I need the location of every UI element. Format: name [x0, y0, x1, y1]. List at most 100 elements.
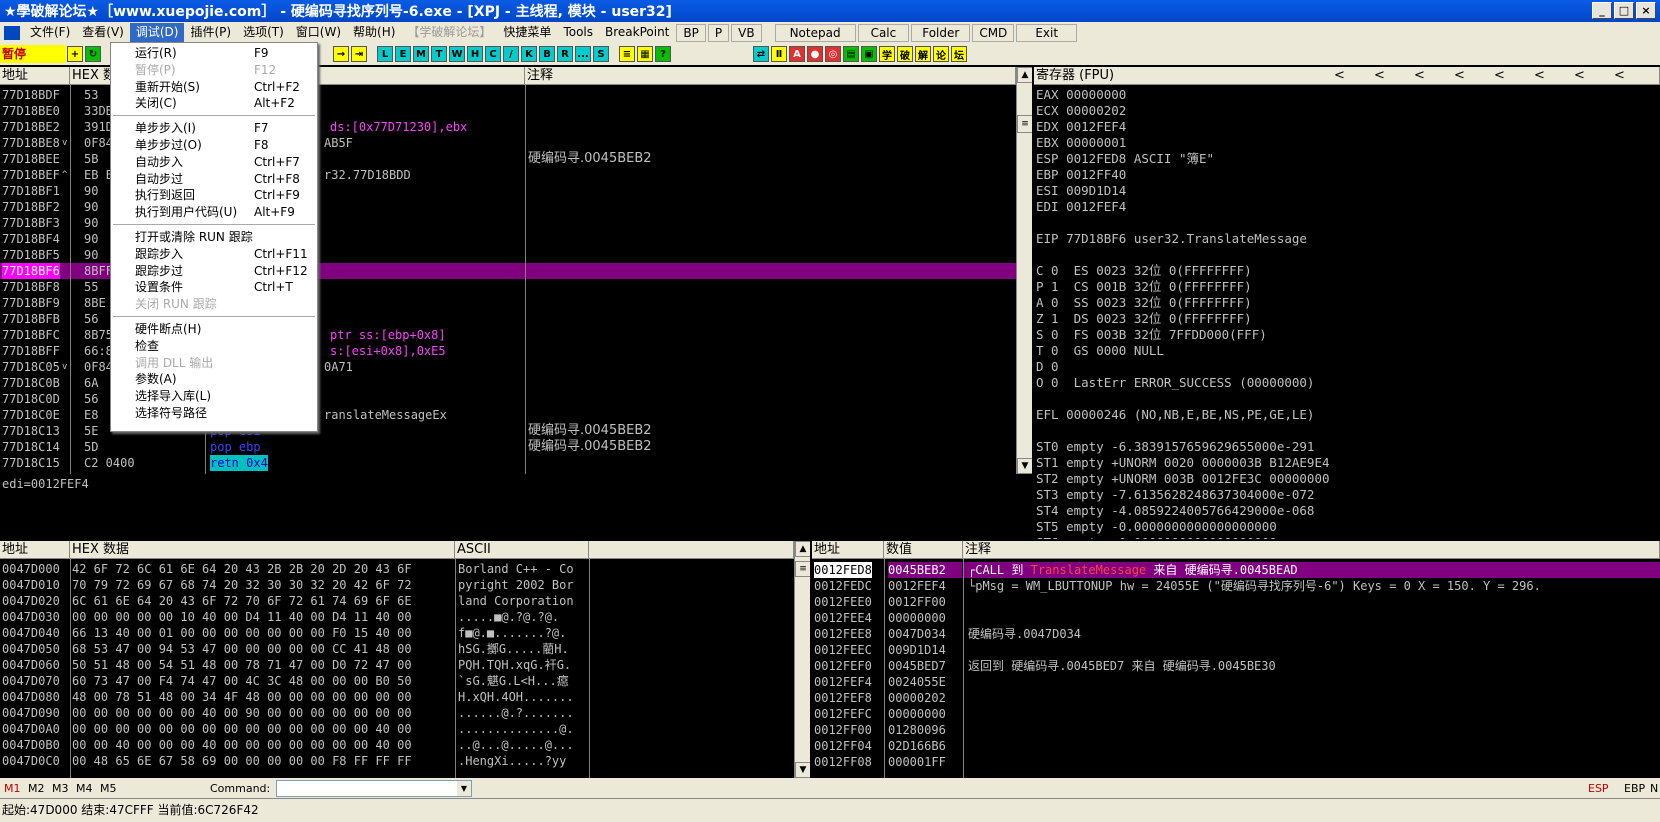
dump-ascii[interactable]: PQH.TQH.xqG.衦G.	[458, 657, 571, 673]
disasm-instruction[interactable]: r32.77D18BDD	[324, 167, 411, 183]
debug-menu-item[interactable]: 选择导入库(L)	[111, 388, 317, 405]
disasm-hex[interactable]: C2 0400	[84, 455, 135, 471]
disasm-address[interactable]: 77D18C05	[2, 359, 60, 375]
stack-value[interactable]: 00000000	[888, 610, 946, 626]
disasm-hex[interactable]: 5B	[84, 151, 98, 167]
dump-ascii[interactable]: Borland C++ - Co	[458, 561, 574, 577]
command-dropdown-icon[interactable]: ▼	[457, 780, 471, 796]
calc-icon[interactable]: ▤	[843, 46, 859, 62]
register-line[interactable]: EFL 00000246 (NO,NB,E,BE,NS,PE,GE,LE)	[1036, 407, 1314, 423]
p-button[interactable]: P	[707, 23, 730, 42]
disasm-hex[interactable]: 33DB	[84, 103, 113, 119]
disasm-address[interactable]: 77D18BF9	[2, 295, 60, 311]
dump-ascii[interactable]: .....■@.?@.?@.	[458, 609, 559, 625]
debug-menu-item[interactable]: 单步步过(O) F8	[111, 137, 317, 154]
dump-col-address[interactable]: 地址	[0, 541, 70, 559]
dump-address[interactable]: 0047D030	[2, 609, 60, 625]
open-icon[interactable]: +	[67, 46, 83, 62]
vb-button[interactable]: VB	[731, 23, 762, 42]
stack-address[interactable]: 0012FEE0	[814, 594, 872, 610]
tb-callstack[interactable]: K	[521, 46, 537, 62]
disasm-address[interactable]: 77D18C0E	[2, 407, 60, 423]
tb-lun[interactable]: 论	[933, 46, 949, 62]
disasm-address[interactable]: 77D18BF2	[2, 199, 60, 215]
disasm-hex[interactable]: 5D	[84, 439, 98, 455]
dump-ascii[interactable]: pyright 2002 Bor	[458, 577, 574, 593]
execute-till-return-icon[interactable]: →	[333, 46, 349, 62]
dump-hex[interactable]: 00 48 65 6E 67 58 69 00 00 00 00 00 F8 F…	[72, 753, 412, 769]
register-arrow-icon[interactable]: <	[1534, 67, 1574, 84]
dump-hex[interactable]: 70 79 72 69 67 68 74 20 32 30 30 32 20 4…	[72, 577, 412, 593]
register-line[interactable]: ECX 00000202	[1036, 103, 1126, 119]
stack-value[interactable]: 00000202	[888, 690, 946, 706]
goto-icon[interactable]: ⇥	[351, 46, 367, 62]
debug-menu-item[interactable]: 设置条件 Ctrl+T	[111, 279, 317, 296]
menu-window[interactable]: 窗口(W)	[290, 23, 347, 42]
close-button[interactable]: ×	[1636, 2, 1656, 19]
tb-references[interactable]: R	[557, 46, 573, 62]
menu-shortcuts[interactable]: 快捷菜单	[497, 23, 557, 42]
stack-address[interactable]: 0012FEE4	[814, 610, 872, 626]
disasm-address[interactable]: 77D18BF3	[2, 215, 60, 231]
disasm-hex[interactable]: 8BE	[84, 295, 106, 311]
debug-menu-item[interactable]: 关闭(C) Alt+F2	[111, 95, 317, 112]
register-line[interactable]: EDI 0012FEF4	[1036, 199, 1126, 215]
disasm-instruction[interactable]: s:[esi+0x8],0xE5	[330, 343, 446, 359]
disasm-address[interactable]: 77D18BDF	[2, 87, 60, 103]
tb-handles[interactable]: H	[467, 46, 483, 62]
register-line[interactable]: ST3 empty -7.6135628248637304000e-072	[1036, 487, 1314, 503]
dump-ascii[interactable]: ..@...@.....@...	[458, 737, 574, 753]
disasm-instruction[interactable]: 0A71	[324, 359, 353, 375]
restart-icon[interactable]: ↻	[85, 46, 101, 62]
dump-hex[interactable]: 66 13 40 00 01 00 00 00 00 00 00 00 F0 1…	[72, 625, 412, 641]
debug-menu-item[interactable]: 重新开始(S) Ctrl+F2	[111, 79, 317, 96]
dump-address[interactable]: 0047D040	[2, 625, 60, 641]
dump-ascii[interactable]: `sG.魌G.L<H...癋	[458, 673, 569, 689]
stack-address[interactable]: 0012FEF0	[814, 658, 872, 674]
register-line[interactable]: ST6 empty -0.0000000000000000000	[1036, 535, 1277, 539]
mark-m4[interactable]: M4	[76, 782, 100, 795]
pause-icon[interactable]: Ⅱ	[771, 46, 787, 62]
a-icon[interactable]: A	[789, 46, 805, 62]
register-line[interactable]: EBX 00000001	[1036, 135, 1126, 151]
dump-scroll-down-icon[interactable]: ▼	[795, 762, 810, 778]
disasm-scrollbar[interactable]: ▲ ≡ ▼	[1016, 67, 1032, 474]
register-line[interactable]: D 0	[1036, 359, 1059, 375]
disasm-hex[interactable]: 6A	[84, 375, 98, 391]
dump-hex[interactable]: 60 73 47 00 F4 74 47 00 4C 3C 48 00 00 0…	[72, 673, 412, 689]
dump-hex[interactable]: 6C 61 6E 64 20 43 6F 72 70 6F 72 61 74 6…	[72, 593, 412, 609]
scroll-up-icon[interactable]: ▲	[1017, 67, 1032, 83]
calc-button[interactable]: Calc	[857, 23, 910, 42]
disasm-instruction[interactable]: AB5F	[324, 135, 353, 151]
register-line[interactable]: ESP 0012FED8 ASCII "簿E"	[1036, 151, 1214, 167]
disasm-address[interactable]: 77D18BEF	[2, 167, 60, 183]
grid-icon[interactable]: ▦	[637, 46, 653, 62]
register-arrow-icon[interactable]: <	[1454, 67, 1494, 84]
tb-modules[interactable]: E	[395, 46, 411, 62]
menu-view[interactable]: 查看(V)	[76, 23, 130, 42]
dump-scrollbar[interactable]: ▲ ≡ ▼	[794, 541, 810, 778]
dump-hex[interactable]: 00 00 00 00 00 00 00 00 00 00 00 00 00 0…	[72, 721, 412, 737]
disasm-address[interactable]: 77D18BF1	[2, 183, 60, 199]
tb-windows[interactable]: W	[449, 46, 465, 62]
debug-menu-item[interactable]: 检查	[111, 338, 317, 355]
reg-ebp[interactable]: EBP	[1624, 782, 1645, 795]
dump-hex[interactable]: 00 00 00 00 00 10 40 00 D4 11 40 00 D4 1…	[72, 609, 412, 625]
disasm-address[interactable]: 77D18BF4	[2, 231, 60, 247]
menu-debug[interactable]: 调试(D)	[129, 23, 185, 42]
registers-panel[interactable]: 寄存器 (FPU) < < < < < < < < EAX 00000000 ECX 00000…	[1034, 67, 1660, 539]
dump-hex[interactable]: 00 00 40 00 00 00 40 00 00 00 00 00 00 0…	[72, 737, 412, 753]
maximize-button[interactable]: □	[1614, 2, 1634, 19]
disasm-hex[interactable]: 66:8	[84, 343, 113, 359]
disasm-address[interactable]: 77D18BF6	[2, 263, 60, 279]
dump-address[interactable]: 0047D050	[2, 641, 60, 657]
mark-m3[interactable]: M3	[52, 782, 76, 795]
disasm-hex[interactable]: 8B75	[84, 327, 113, 343]
dump-hex[interactable]: 42 6F 72 6C 61 6E 64 20 43 2B 2B 20 2D 2…	[72, 561, 412, 577]
register-arrow-icon[interactable]: <	[1574, 67, 1614, 84]
disasm-hex[interactable]: 90	[84, 231, 98, 247]
disasm-hex[interactable]: 56	[84, 391, 98, 407]
disasm-address[interactable]: 77D18BE0	[2, 103, 60, 119]
disasm-hex[interactable]: 90	[84, 183, 98, 199]
disasm-address[interactable]: 77D18C15	[2, 455, 60, 471]
